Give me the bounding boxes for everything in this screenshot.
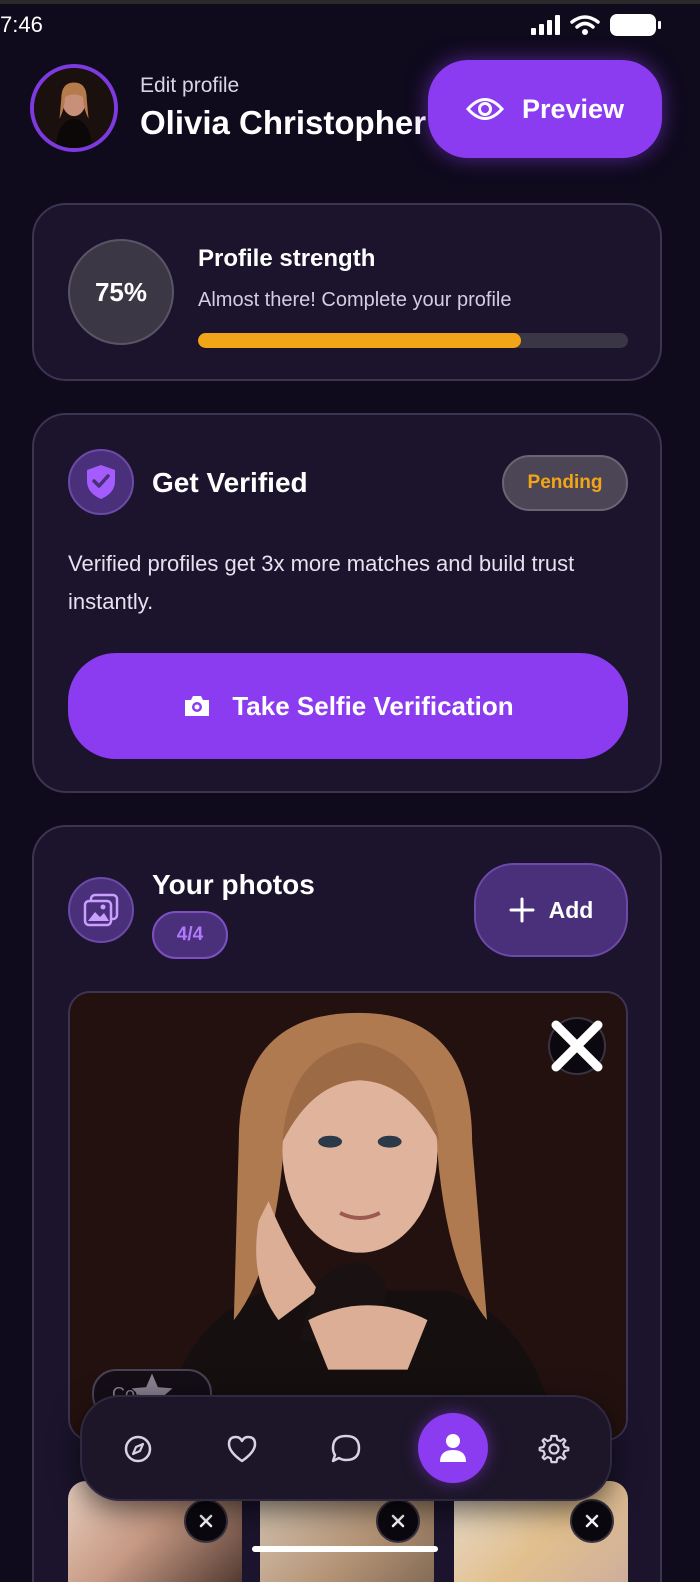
battery-icon: [610, 14, 661, 36]
photo-count-badge: 4/4: [152, 911, 228, 959]
shield-check-icon: [87, 465, 115, 499]
strength-progress-track: [198, 333, 628, 348]
remove-cover-photo-button[interactable]: [548, 1017, 606, 1075]
remove-photo-button[interactable]: [570, 1499, 614, 1543]
close-icon: [585, 1514, 599, 1528]
signal-icon: [531, 15, 560, 35]
camera-icon: [185, 696, 210, 716]
profile-icon: [440, 1434, 466, 1462]
remove-photo-button[interactable]: [184, 1499, 228, 1543]
photos-badge: [68, 877, 134, 943]
verification-title: Get Verified: [152, 467, 308, 498]
nav-settings[interactable]: [522, 1417, 586, 1481]
wifi-icon: [570, 15, 600, 35]
close-icon: [391, 1514, 405, 1528]
strength-subtitle: Almost there! Complete your profile: [198, 289, 512, 311]
strength-percent: 75%: [68, 239, 174, 345]
nav-messages[interactable]: [314, 1417, 378, 1481]
strength-progress-fill: [198, 333, 521, 348]
status-bar: 7:46: [0, 4, 700, 44]
preview-button[interactable]: Preview: [428, 60, 662, 158]
strength-title: Profile strength: [198, 245, 376, 272]
heart-icon: [227, 1435, 257, 1463]
nav-likes[interactable]: [210, 1417, 274, 1481]
add-photo-label: Add: [548, 896, 594, 923]
plus-icon: [509, 897, 535, 923]
verification-description: Verified profiles get 3x more matches an…: [68, 551, 575, 614]
header-subtitle: Edit profile: [140, 74, 240, 97]
cover-photo[interactable]: Cover: [68, 991, 628, 1441]
status-time: 7:46: [0, 12, 43, 37]
close-icon: [551, 1020, 603, 1072]
settings-icon: [538, 1434, 570, 1464]
profile-strength-card: 75% Profile strength Almost there! Compl…: [32, 203, 662, 381]
compass-icon: [124, 1435, 152, 1463]
remove-photo-button[interactable]: [376, 1499, 420, 1543]
preview-label: Preview: [521, 93, 625, 124]
chat-icon: [331, 1434, 361, 1463]
eye-icon: [465, 98, 504, 120]
status-icons: [531, 14, 661, 36]
nav-profile[interactable]: [418, 1413, 488, 1483]
bottom-navigation: [80, 1395, 612, 1501]
verification-card: Get Verified Pending Verified profiles g…: [32, 413, 662, 793]
gallery-icon: [83, 893, 119, 927]
status-badge: Pending: [502, 455, 628, 511]
close-icon: [199, 1514, 213, 1528]
profile-name: Olivia Christopher: [140, 104, 427, 141]
photos-title: Your photos: [152, 869, 315, 900]
nav-discover[interactable]: [106, 1417, 170, 1481]
home-indicator[interactable]: [252, 1546, 438, 1552]
selfie-button-label: Take Selfie Verification: [232, 690, 514, 721]
avatar[interactable]: [30, 64, 118, 152]
selfie-verification-button[interactable]: Take Selfie Verification: [68, 653, 628, 759]
add-photo-button[interactable]: Add: [474, 863, 628, 957]
shield-badge: [68, 449, 134, 515]
